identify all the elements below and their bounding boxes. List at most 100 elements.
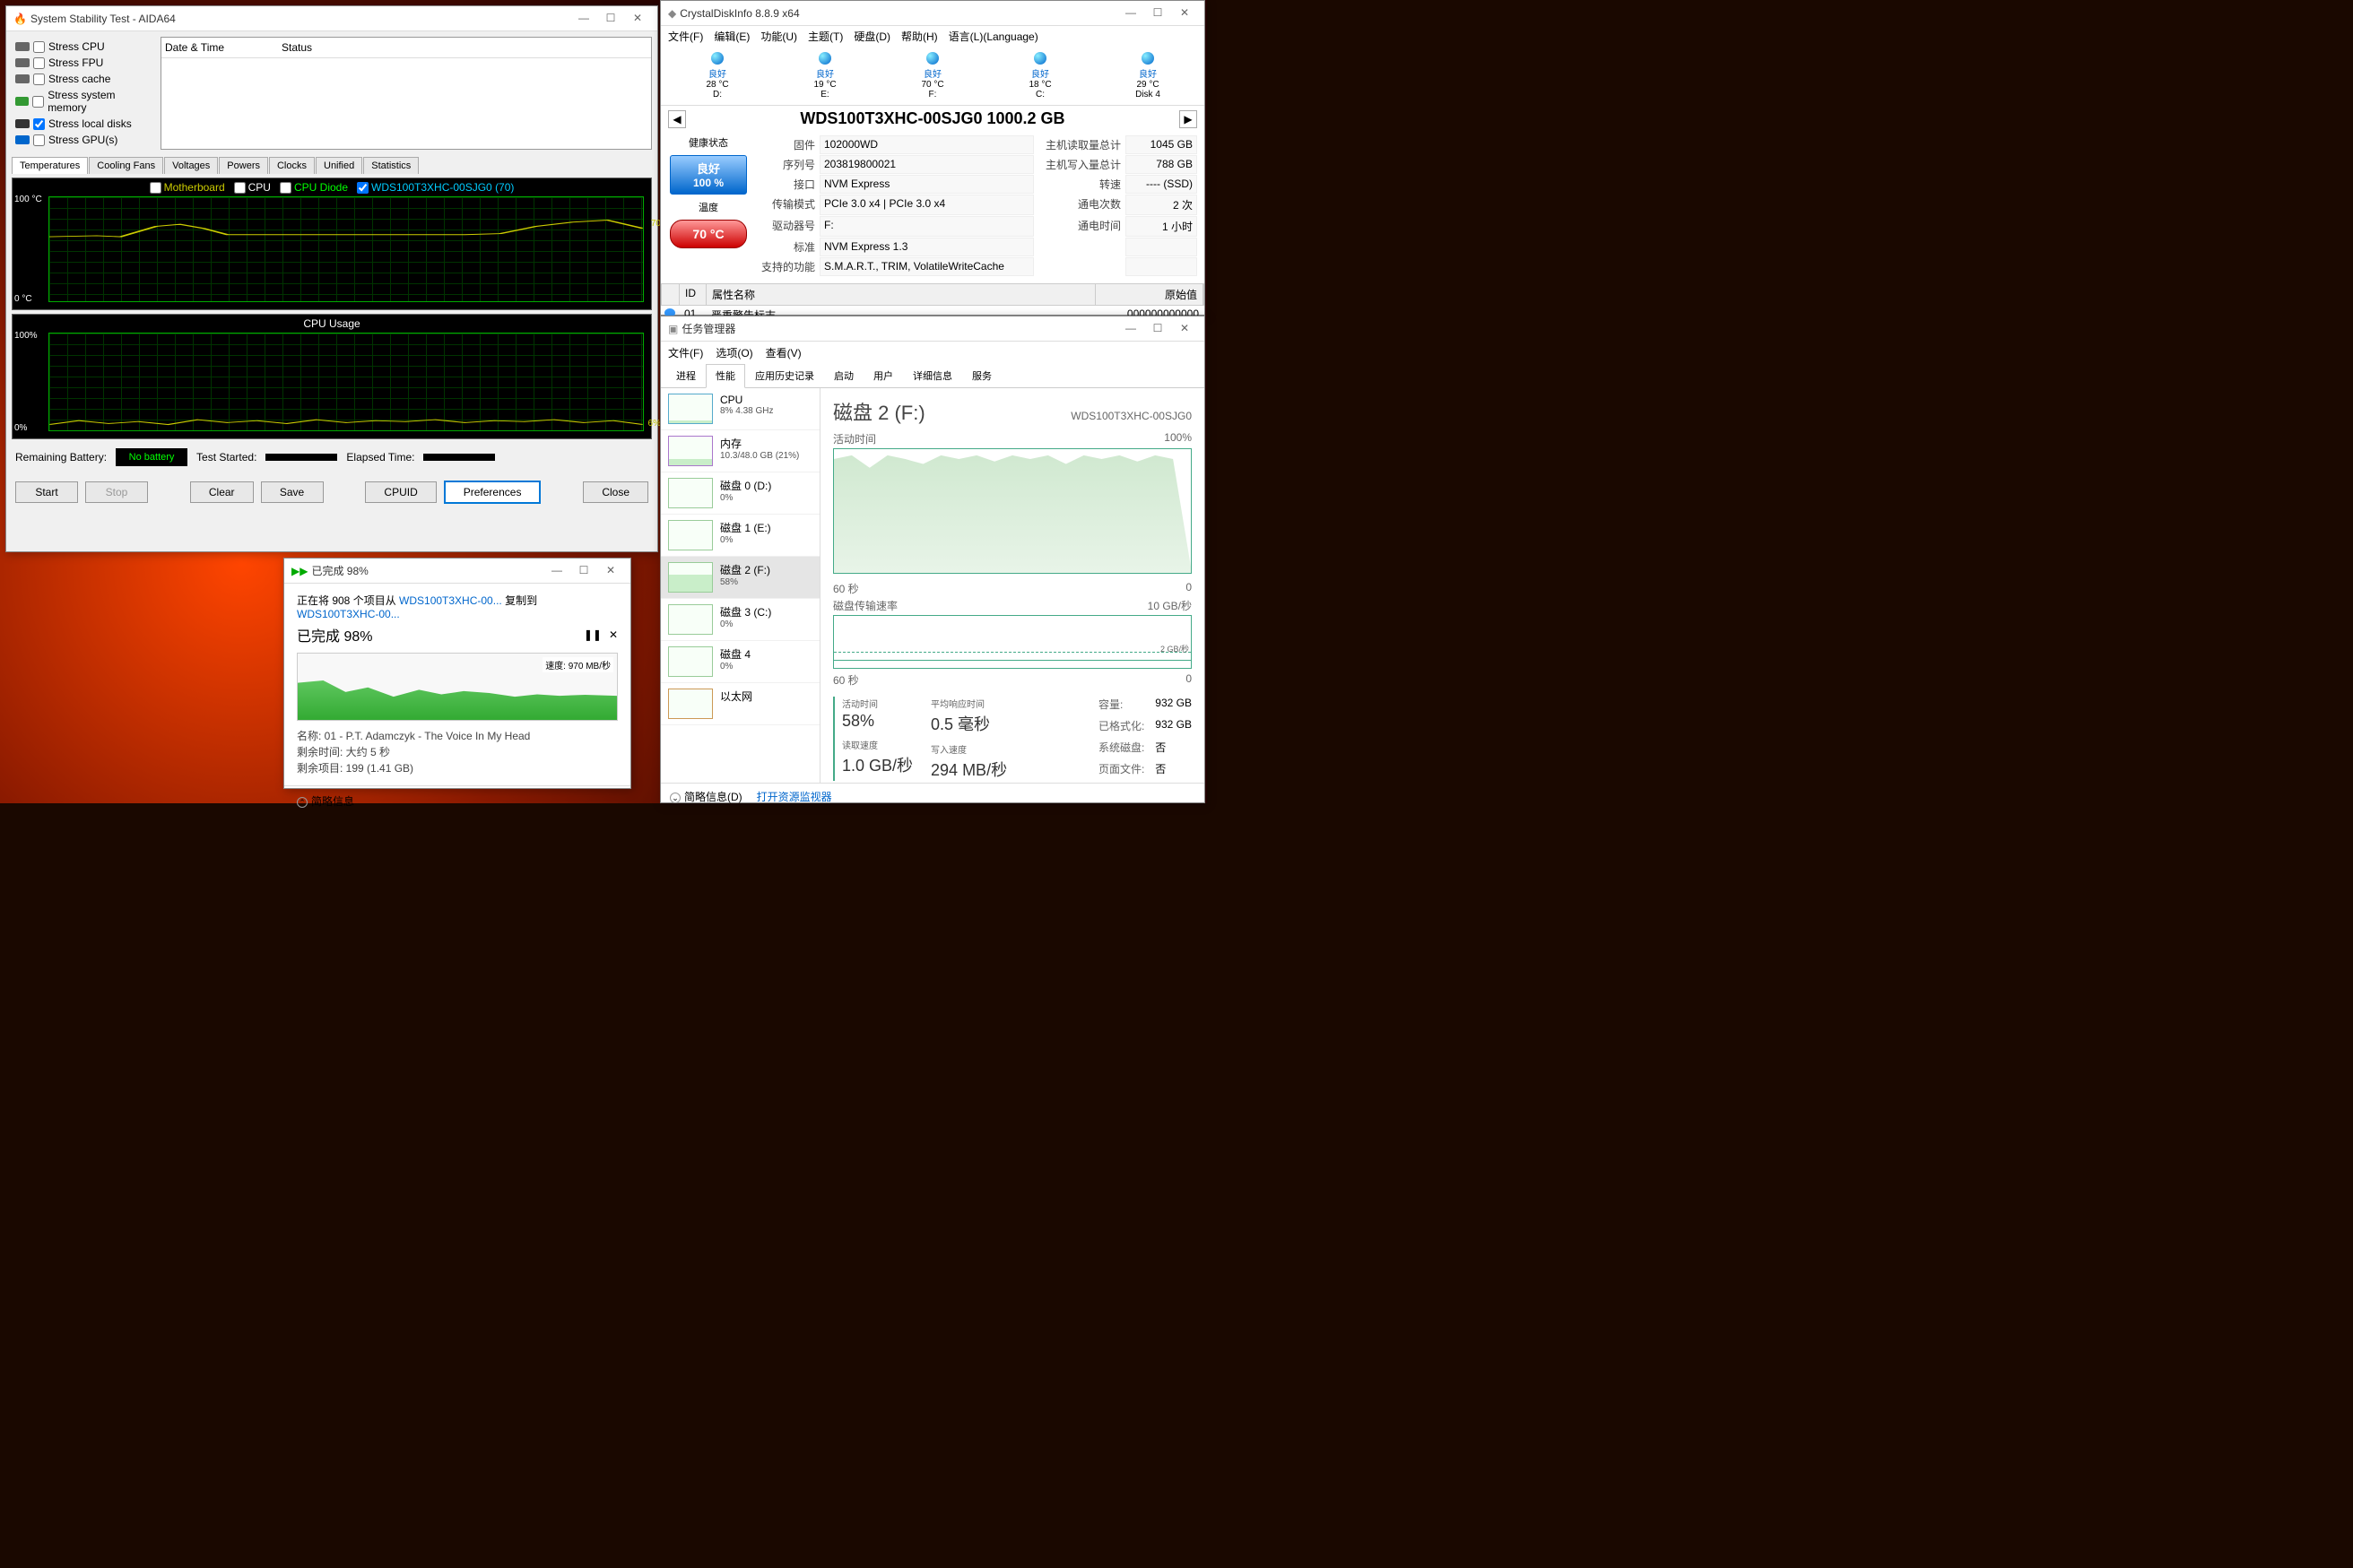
menu-theme[interactable]: 主题(T)	[808, 29, 843, 44]
legend-mb-checkbox[interactable]	[150, 182, 161, 194]
elapsed-time-label: Elapsed Time:	[346, 451, 414, 463]
legend-disk-checkbox[interactable]	[357, 182, 369, 194]
cdi-titlebar[interactable]: ◆ CrystalDiskInfo 8.8.9 x64 — ☐ ✕	[661, 1, 1204, 26]
disk-tab-0[interactable]: 良好28 °CD:	[664, 50, 770, 101]
g1-label: 活动时间	[833, 431, 876, 446]
tm-minimize[interactable]: —	[1118, 320, 1143, 338]
tab-temperatures[interactable]: Temperatures	[12, 157, 88, 174]
stress-fpu-checkbox[interactable]	[33, 57, 45, 69]
stat1-lbl: 平均响应时间	[931, 697, 1007, 710]
log-table: Date & Time Status	[161, 37, 652, 150]
brief-info-toggle[interactable]: 简略信息	[311, 795, 354, 808]
tm-menu-file[interactable]: 文件(F)	[668, 345, 703, 360]
brief-info-link[interactable]: 简略信息(D)	[684, 791, 742, 803]
stress-gpu-checkbox[interactable]	[33, 134, 45, 146]
close-button[interactable]: ✕	[625, 10, 650, 28]
preferences-button[interactable]: Preferences	[444, 481, 542, 504]
stress-cache-checkbox[interactable]	[33, 74, 45, 85]
perf-sidebar: CPU8% 4.38 GHz内存10.3/48.0 GB (21%)磁盘 0 (…	[661, 388, 821, 783]
g1-xleft: 60 秒	[833, 581, 859, 596]
clear-button[interactable]: Clear	[190, 481, 254, 503]
save-button[interactable]: Save	[261, 481, 324, 503]
next-disk-button[interactable]: ▶	[1179, 110, 1197, 128]
menu-language[interactable]: 语言(L)(Language)	[949, 29, 1038, 44]
mini-graph	[668, 562, 713, 593]
status-orb-icon	[819, 52, 831, 65]
tab-cooling-fans[interactable]: Cooling Fans	[89, 157, 163, 174]
minimize-button[interactable]: —	[571, 10, 596, 28]
tab-services[interactable]: 服务	[962, 364, 1002, 387]
perf-item-3[interactable]: 磁盘 1 (E:)0%	[661, 515, 820, 557]
disk-tab-2[interactable]: 良好70 °CF:	[880, 50, 985, 101]
perf-item-6[interactable]: 磁盘 40%	[661, 641, 820, 683]
stress-disk-checkbox[interactable]	[33, 118, 45, 130]
perf-item-0[interactable]: CPU8% 4.38 GHz	[661, 388, 820, 430]
fc-maximize[interactable]: ☐	[571, 562, 596, 580]
tab-performance[interactable]: 性能	[706, 364, 745, 388]
g2-y-top: 100%	[14, 331, 38, 341]
aida-icon: 🔥	[13, 13, 27, 25]
perf-item-7[interactable]: 以太网	[661, 683, 820, 725]
maximize-button[interactable]: ☐	[598, 10, 623, 28]
dst-link[interactable]: WDS100T3XHC-00...	[297, 608, 400, 620]
chevron-icon: ⌄	[670, 793, 681, 803]
fc-titlebar[interactable]: ▶▶ 已完成 98% — ☐ ✕	[284, 559, 630, 584]
activity-graph	[833, 448, 1192, 574]
tab-processes[interactable]: 进程	[666, 364, 706, 387]
tab-unified[interactable]: Unified	[316, 157, 362, 174]
tab-users[interactable]: 用户	[864, 364, 903, 387]
perf-item-2[interactable]: 磁盘 0 (D:)0%	[661, 472, 820, 515]
disk-tab-1[interactable]: 良好19 °CE:	[772, 50, 878, 101]
tab-voltages[interactable]: Voltages	[164, 157, 218, 174]
tab-powers[interactable]: Powers	[219, 157, 268, 174]
tab-clocks[interactable]: Clocks	[269, 157, 315, 174]
legend-diode-checkbox[interactable]	[280, 182, 291, 194]
chevron-up-icon: ⌃	[297, 797, 308, 808]
tm-maximize[interactable]: ☐	[1145, 320, 1170, 338]
fc-minimize[interactable]: —	[544, 562, 569, 580]
aida-close-button[interactable]: Close	[583, 481, 648, 503]
start-button[interactable]: Start	[15, 481, 78, 503]
perf-item-1[interactable]: 内存10.3/48.0 GB (21%)	[661, 430, 820, 472]
tab-statistics[interactable]: Statistics	[363, 157, 419, 174]
cdi-maximize[interactable]: ☐	[1145, 4, 1170, 22]
mini-graph	[668, 436, 713, 466]
pause-button[interactable]: ❚❚	[584, 628, 602, 641]
stress-fpu-label: Stress FPU	[48, 56, 103, 69]
tm-icon: ▣	[668, 323, 678, 335]
menu-edit[interactable]: 编辑(E)	[714, 29, 750, 44]
stress-options: Stress CPU Stress FPU Stress cache Stres…	[12, 37, 155, 150]
perf-item-5[interactable]: 磁盘 3 (C:)0%	[661, 599, 820, 641]
disk-tab-3[interactable]: 良好18 °CC:	[987, 50, 1093, 101]
fc-close[interactable]: ✕	[598, 562, 623, 580]
tab-startup[interactable]: 启动	[824, 364, 864, 387]
tm-menu-view[interactable]: 查看(V)	[766, 345, 802, 360]
tm-close[interactable]: ✕	[1172, 320, 1197, 338]
tab-details[interactable]: 详细信息	[903, 364, 962, 387]
legend-cpu-checkbox[interactable]	[234, 182, 246, 194]
stress-cpu-checkbox[interactable]	[33, 41, 45, 53]
aida-titlebar[interactable]: 🔥 System Stability Test - AIDA64 — ☐ ✕	[6, 6, 657, 31]
prev-disk-button[interactable]: ◀	[668, 110, 686, 128]
menu-file[interactable]: 文件(F)	[668, 29, 703, 44]
stress-mem-checkbox[interactable]	[32, 96, 44, 108]
tab-app-history[interactable]: 应用历史记录	[745, 364, 824, 387]
cpuid-button[interactable]: CPUID	[365, 481, 436, 503]
menu-disk[interactable]: 硬盘(D)	[854, 29, 890, 44]
cpu-usage-graph: CPU Usage 100% 0% 6%	[12, 314, 652, 439]
tm-menu-options[interactable]: 选项(O)	[716, 345, 752, 360]
tm-titlebar[interactable]: ▣ 任务管理器 — ☐ ✕	[661, 316, 1204, 342]
mini-graph	[668, 520, 713, 550]
open-resource-monitor-link[interactable]: 打开资源监视器	[757, 789, 832, 804]
disk-tab-4[interactable]: 良好29 °CDisk 4	[1095, 50, 1201, 101]
cancel-button[interactable]: ✕	[609, 628, 618, 641]
stop-button[interactable]: Stop	[85, 481, 148, 503]
src-link[interactable]: WDS100T3XHC-00...	[399, 594, 502, 607]
menu-function[interactable]: 功能(U)	[760, 29, 797, 44]
g2-max: 10 GB/秒	[1148, 598, 1192, 613]
menu-help[interactable]: 帮助(H)	[901, 29, 938, 44]
cdi-close[interactable]: ✕	[1172, 4, 1197, 22]
cdi-minimize[interactable]: —	[1118, 4, 1143, 22]
copy-description: 正在将 908 个项目从 WDS100T3XHC-00... 复制到 WDS10…	[297, 593, 618, 620]
perf-item-4[interactable]: 磁盘 2 (F:)58%	[661, 557, 820, 599]
